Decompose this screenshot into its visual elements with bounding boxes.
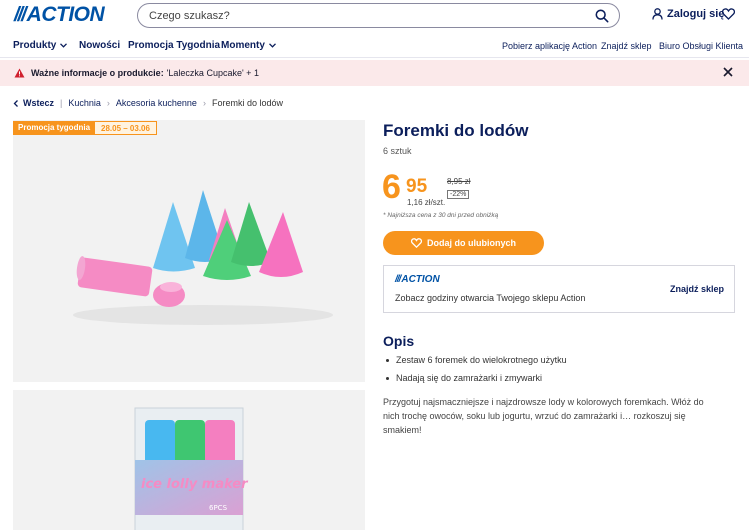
close-icon[interactable] [723, 67, 733, 77]
main-nav: Produkty Nowości Promocja Tygodnia Momen… [0, 33, 749, 58]
store-action-logo: /// ACTION [395, 274, 440, 285]
description-text: Przygotuj najsmaczniejsze i najzdrowsze … [383, 397, 704, 435]
product-notice-banner[interactable]: Ważne informacje o produkcie: 'Laleczka … [0, 60, 749, 86]
nav-customer-service[interactable]: Biuro Obsługi Klienta [659, 41, 743, 51]
packaging-count-text: 6PCS [209, 504, 228, 512]
bullet-item: Zestaw 6 foremek do wielokrotnego użytku [383, 355, 567, 365]
packaging-brand-text: ice lolly maker [141, 477, 249, 492]
packaging-image: ice lolly maker 6PCS [134, 407, 249, 530]
search-bar[interactable] [137, 3, 620, 28]
login-button[interactable]: Zaloguj się [652, 8, 724, 20]
price-whole: 6 [382, 168, 401, 206]
product-image-main[interactable] [13, 120, 365, 382]
nav-find-store[interactable]: Znajdź sklep [601, 41, 652, 51]
heart-icon [411, 238, 422, 248]
bullet-item: Nadają się do zamrażarki i zmywarki [383, 373, 567, 383]
nav-download-app[interactable]: Pobierz aplikację Action [502, 41, 597, 51]
breadcrumb-kuchnia[interactable]: Kuchnia [68, 98, 101, 108]
warning-icon [14, 68, 25, 78]
lowest-price-note: * Najniższa cena z 30 dni przed obniżką [383, 212, 499, 219]
product-image-packaging[interactable]: ice lolly maker 6PCS [13, 390, 365, 530]
old-price: 8,95 zł [447, 177, 471, 186]
price-cents: 95 [406, 176, 428, 197]
store-hours-card: /// ACTION Zobacz godziny otwarcia Twoje… [383, 265, 735, 313]
chevron-left-icon [13, 99, 18, 107]
chevron-down-icon [268, 43, 276, 48]
breadcrumb: Wstecz | Kuchnia › Akcesoria kuchenne › … [13, 98, 283, 108]
unit-price: 1,16 zł/szt. [407, 198, 446, 207]
description-bullets: Zestaw 6 foremek do wielokrotnego użytku… [383, 355, 567, 391]
back-link[interactable]: Wstecz [23, 98, 54, 108]
nav-promocja-tygodnia[interactable]: Promocja Tygodnia [128, 40, 220, 51]
product-title: Foremki do lodów [383, 121, 529, 140]
site-header: /// ACTION Zaloguj się [0, 0, 749, 33]
action-logo[interactable]: /// ACTION [14, 3, 105, 26]
search-icon[interactable] [595, 9, 609, 23]
promo-badge: Promocja tygodnia 28.05 – 03.06 [13, 121, 157, 135]
user-icon [652, 8, 663, 20]
search-input[interactable] [149, 9, 595, 22]
nav-produkty[interactable]: Produkty [13, 40, 68, 51]
find-store-link[interactable]: Znajdź sklep [670, 284, 724, 294]
popsicle-molds-image [73, 190, 333, 325]
breadcrumb-akcesoria[interactable]: Akcesoria kuchenne [116, 98, 197, 108]
add-to-favorites-button[interactable]: Dodaj do ulubionych [383, 231, 544, 255]
store-hours-text: Zobacz godziny otwarcia Twojego sklepu A… [395, 293, 586, 303]
nav-nowosci[interactable]: Nowości [79, 40, 120, 51]
product-pieces: 6 sztuk [383, 146, 412, 156]
favorites-heart-icon[interactable] [722, 8, 735, 20]
breadcrumb-current: Foremki do lodów [211, 98, 283, 108]
nav-momenty[interactable]: Momenty [221, 40, 276, 51]
discount-badge: -22% [447, 190, 470, 199]
description-heading: Opis [383, 333, 415, 349]
chevron-down-icon [60, 43, 68, 48]
